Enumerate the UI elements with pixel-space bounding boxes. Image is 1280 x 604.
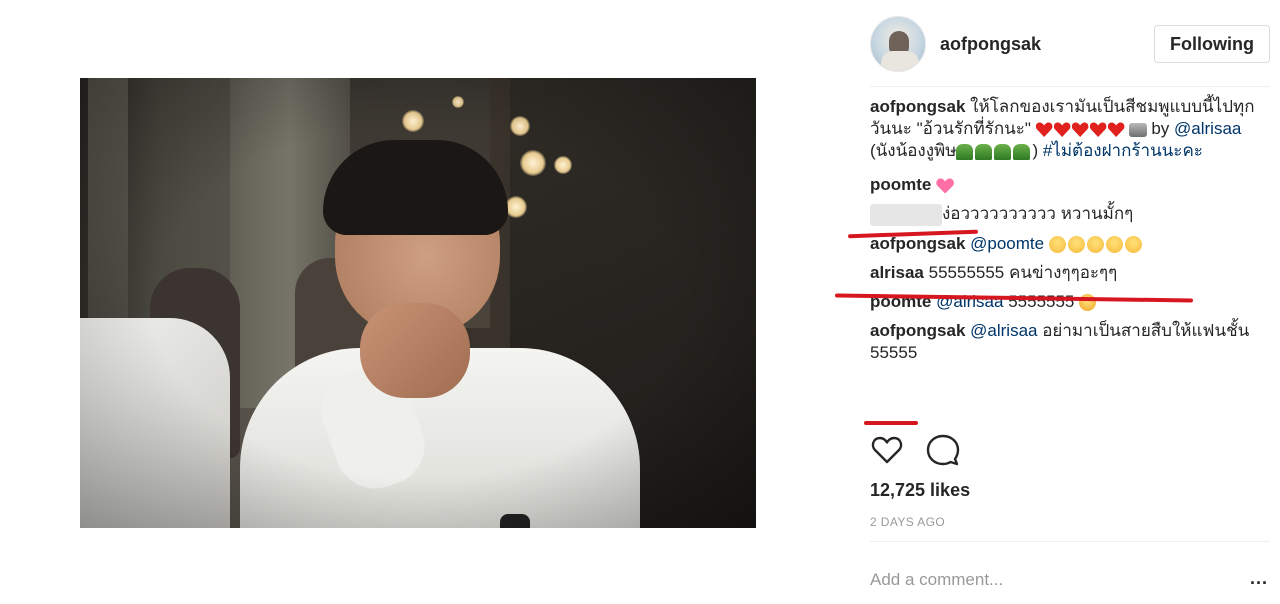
comment-item: ง่อวววววววววว หวานมั้กๆ (870, 203, 1270, 226)
comment-item: poomte @alrisaa 5555555 (870, 291, 1270, 313)
smile-icon (1086, 235, 1104, 253)
avatar-body (881, 51, 919, 71)
following-button[interactable]: Following (1154, 25, 1270, 63)
caption-username[interactable]: aofpongsak (870, 97, 965, 116)
speech-bubble-icon[interactable] (926, 433, 960, 467)
smile-icon (1105, 235, 1123, 253)
caption-text: by (1146, 119, 1175, 138)
comment-item: aofpongsak @alrisaa อย่ามาเป็นสายสืบให้แ… (870, 320, 1270, 364)
red-heart-icon (1090, 122, 1107, 137)
comment-username[interactable]: poomte (870, 175, 931, 194)
red-heart-icon (1054, 122, 1071, 137)
snake-icon (975, 143, 993, 160)
caption: aofpongsak ให้โลกของเรามันเป็นสีชมพูแบบน… (870, 96, 1270, 162)
photo-vignette (80, 78, 756, 528)
post-photo[interactable] (80, 78, 756, 528)
comment-text: ง่อวววววววววว หวานมั้กๆ (942, 204, 1134, 223)
red-heart-icon (1036, 122, 1053, 137)
post-timestamp[interactable]: 2 DAYS AGO (870, 515, 945, 529)
snake-icon (956, 143, 974, 160)
add-comment-input[interactable] (870, 563, 1230, 597)
comment-username[interactable]: alrisaa (870, 263, 924, 282)
caption-text: ) (1032, 141, 1043, 160)
snake-icon (994, 143, 1012, 160)
comment-item: poomte (870, 174, 1270, 196)
caption-text: (นังน้องงูพิษ (870, 141, 957, 160)
snake-icon (1013, 143, 1031, 160)
comment-item: aofpongsak @poomte (870, 233, 1270, 255)
comment-mention[interactable]: @poomte (970, 234, 1044, 253)
post-username[interactable]: aofpongsak (940, 34, 1041, 55)
blurred-username (870, 203, 942, 226)
smile-icon (1067, 235, 1085, 253)
smile-icon (1048, 235, 1066, 253)
red-underline (864, 421, 918, 425)
avatar[interactable] (870, 16, 926, 72)
caption-hashtag[interactable]: #ไม่ต้องฝากร้านนะคะ (1043, 141, 1203, 160)
red-heart-icon (1072, 122, 1089, 137)
camera-icon (1128, 122, 1147, 137)
comment-divider (870, 541, 1270, 542)
comment-text: 5555555 (1008, 291, 1075, 311)
comment-item: alrisaa 55555555 คนข่างๆๆอะๆๆ (870, 262, 1270, 284)
comment-text: 55555555 คนข่างๆๆอะๆๆ (928, 262, 1118, 282)
likes-count[interactable]: 12,725 likes (870, 480, 970, 501)
pink-heart-icon (936, 178, 954, 194)
comment-mention[interactable]: @alrisaa (970, 321, 1037, 340)
heart-outline-icon[interactable] (870, 433, 904, 467)
header-divider (870, 86, 1270, 87)
smile-icon (1124, 235, 1142, 253)
caption-mention[interactable]: @alrisaa (1174, 119, 1241, 138)
red-heart-icon (1108, 122, 1125, 137)
comment-username[interactable]: aofpongsak (870, 321, 965, 340)
more-options-icon[interactable]: ... (1250, 568, 1268, 589)
